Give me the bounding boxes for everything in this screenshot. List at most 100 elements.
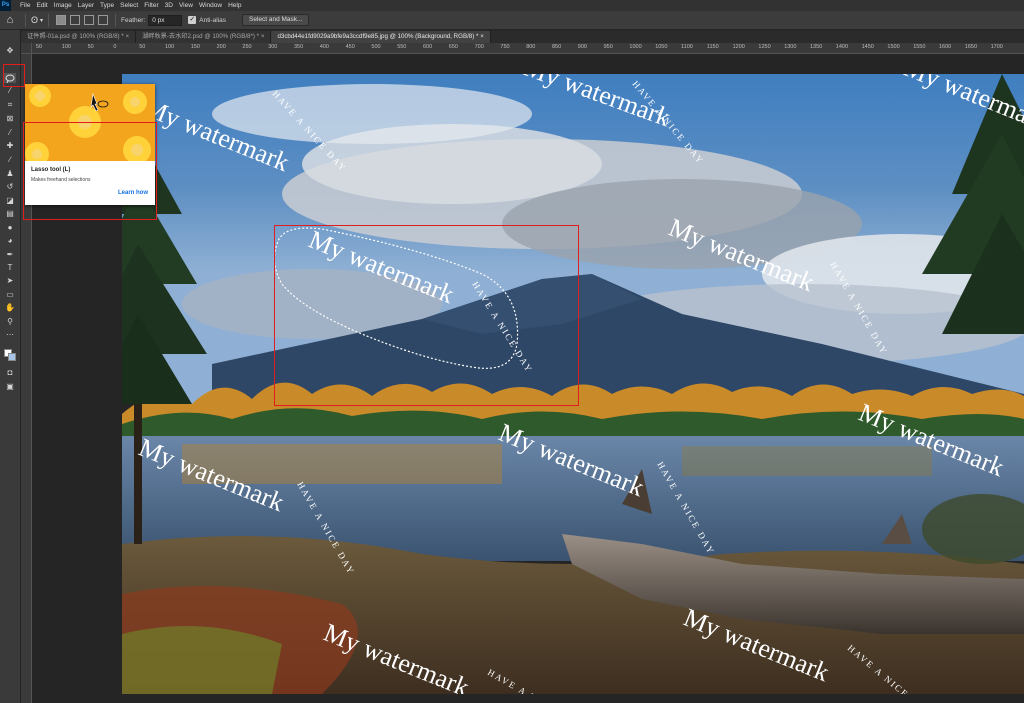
ruler-tick-label: 1150 — [706, 44, 719, 50]
divider — [48, 13, 50, 27]
ruler-tick-label: 1500 — [887, 44, 900, 50]
ruler-tick-label: 1000 — [629, 44, 642, 50]
ruler-tick-label: 650 — [448, 44, 458, 50]
ruler-tick-label: 1350 — [810, 44, 823, 50]
intersect-selection-button[interactable] — [98, 15, 109, 25]
brush-tool-icon[interactable]: ∕ — [4, 155, 16, 165]
add-to-selection-button[interactable] — [70, 15, 81, 25]
divider — [115, 13, 117, 27]
document-tabs: 证件照-01a.psd @ 100% (RGB/8) * × 湖畔秋景-去水印2… — [21, 31, 1024, 43]
background-color-swatch[interactable] — [8, 353, 16, 361]
divider — [25, 13, 26, 27]
ruler-tick-label: 1250 — [758, 44, 771, 50]
ruler-tick-label: 1450 — [861, 44, 874, 50]
type-tool-icon[interactable]: T — [4, 263, 16, 273]
screen-mode-icon[interactable]: ▣ — [4, 382, 16, 392]
ruler-tick-label: 850 — [552, 44, 562, 50]
ruler-tick-label: 100 — [165, 44, 175, 50]
feather-field[interactable]: 0 px — [148, 14, 183, 26]
ruler-tick-label: 300 — [268, 44, 278, 50]
close-icon[interactable]: × — [125, 33, 129, 40]
menu-help[interactable]: Help — [225, 0, 244, 11]
new-selection-button[interactable] — [56, 15, 67, 25]
healing-brush-tool-icon[interactable]: ✚ — [4, 141, 16, 151]
select-and-mask-button[interactable]: Select and Mask... — [241, 14, 310, 26]
quick-mask-icon[interactable]: ◘ — [4, 368, 16, 378]
ruler-tick-label: 600 — [423, 44, 433, 50]
antialias-checkbox[interactable]: ✓ — [188, 16, 197, 24]
eyedropper-tool-icon[interactable]: ⁄ — [4, 128, 16, 138]
blur-tool-icon[interactable]: ● — [4, 223, 16, 233]
close-icon[interactable]: × — [480, 33, 484, 40]
menu-view[interactable]: View — [176, 0, 196, 11]
subtract-from-selection-button[interactable] — [84, 15, 95, 25]
menu-file[interactable]: File — [17, 0, 33, 11]
ruler-tick-label: 1300 — [784, 44, 797, 50]
menu-layer[interactable]: Layer — [75, 0, 97, 11]
tab-document-3[interactable]: d3cbd44e1fd9029a9bfe9a3ccdf9e85.jpg @ 10… — [271, 31, 491, 43]
ruler-tick-label: 950 — [603, 44, 613, 50]
ruler-tick-label: 100 — [61, 44, 71, 50]
menu-bar: Ps File Edit Image Layer Type Select Fil… — [0, 0, 1024, 11]
chevron-down-icon: ▾ — [40, 17, 44, 24]
home-icon[interactable]: ⌂ — [0, 11, 20, 30]
ruler-tick-label: 200 — [216, 44, 226, 50]
hand-tool-icon[interactable]: ✋ — [4, 303, 16, 313]
tab-document-2[interactable]: 湖畔秋景-去水印2.psd @ 100% (RGB/8*) * × — [136, 31, 272, 43]
horizontal-ruler[interactable]: 50 100 50 0 50 100 150 200 250 300 350 400 450 500 550… — [32, 43, 1024, 54]
tools-panel: ✥ ⁄ ⌗ ⊠ ⁄ ✚ ∕ ♟ ↺ ◪ ▤ ● ◕ ✒ T ➤ ▭ ✋ ⚲ ⋯ … — [0, 30, 21, 703]
ruler-tick-label: 50 — [36, 44, 43, 50]
ruler-tick-label: 1650 — [964, 44, 978, 50]
ruler-tick-label: 50 — [139, 44, 146, 50]
ruler-tick-label: 150 — [190, 44, 200, 50]
more-tools-icon[interactable]: ⋯ — [4, 330, 16, 340]
ruler-tick-label: 1400 — [835, 44, 849, 50]
ruler-tick-label: 750 — [500, 44, 510, 50]
menu-filter[interactable]: Filter — [141, 0, 161, 11]
menu-type[interactable]: Type — [97, 0, 117, 11]
ruler-tick-label: 550 — [397, 44, 407, 50]
frame-tool-icon[interactable]: ⊠ — [4, 114, 16, 124]
ruler-tick-label: 700 — [474, 44, 484, 50]
move-tool-icon[interactable]: ✥ — [4, 46, 16, 56]
ruler-tick-label: 450 — [345, 44, 355, 50]
rectangle-tool-icon[interactable]: ▭ — [4, 290, 16, 300]
history-brush-tool-icon[interactable]: ↺ — [4, 182, 16, 192]
tool-preset-picker[interactable]: ʘ ▾ — [31, 15, 43, 25]
ruler-tick-label: 1050 — [655, 44, 668, 50]
menu-edit[interactable]: Edit — [33, 0, 50, 11]
selection-highlight — [274, 225, 579, 406]
options-bar: ⌂ ʘ ▾ Feather: 0 px ✓ Anti-alias Select … — [0, 11, 1024, 30]
ruler-tick-label: 350 — [294, 44, 304, 50]
menu-window[interactable]: Window — [196, 0, 225, 11]
watermark-side-text — [5, 590, 15, 703]
ruler-tick-label: 1200 — [732, 44, 745, 50]
menu-image[interactable]: Image — [51, 0, 75, 11]
clone-stamp-tool-icon[interactable]: ♟ — [4, 169, 16, 179]
menu-select[interactable]: Select — [117, 0, 141, 11]
gradient-tool-icon[interactable]: ▤ — [4, 209, 16, 219]
crop-tool-icon[interactable]: ⌗ — [4, 100, 16, 110]
dodge-tool-icon[interactable]: ◕ — [4, 236, 16, 246]
ruler-tick-label: 250 — [242, 44, 252, 50]
zoom-tool-icon[interactable]: ⚲ — [4, 317, 16, 327]
pen-tool-icon[interactable]: ✒ — [4, 250, 16, 260]
ruler-tick-label: 1100 — [681, 44, 693, 50]
ruler-tick-label: 50 — [87, 44, 94, 50]
tab-document-1[interactable]: 证件照-01a.psd @ 100% (RGB/8) * × — [21, 31, 137, 43]
ruler-tick-label: 800 — [526, 44, 536, 50]
eraser-tool-icon[interactable]: ◪ — [4, 196, 16, 206]
ruler-tick-label: 1600 — [939, 44, 952, 50]
ruler-tick-label: 1700 — [990, 44, 1003, 50]
ruler-tick-label: 0 — [113, 44, 117, 50]
ruler-tick-label: 1550 — [913, 44, 926, 50]
feather-label: Feather: — [121, 16, 146, 24]
menu-3d[interactable]: 3D — [162, 0, 176, 11]
close-icon[interactable]: × — [261, 33, 265, 40]
magic-wand-tool-icon[interactable]: ⁄ — [4, 86, 16, 96]
ruler-tick-label: 400 — [319, 44, 329, 50]
ruler-origin[interactable] — [21, 43, 32, 54]
lasso-icon: ʘ — [31, 15, 39, 25]
path-selection-tool-icon[interactable]: ➤ — [4, 276, 16, 286]
ruler-tick-label: 900 — [577, 44, 587, 50]
